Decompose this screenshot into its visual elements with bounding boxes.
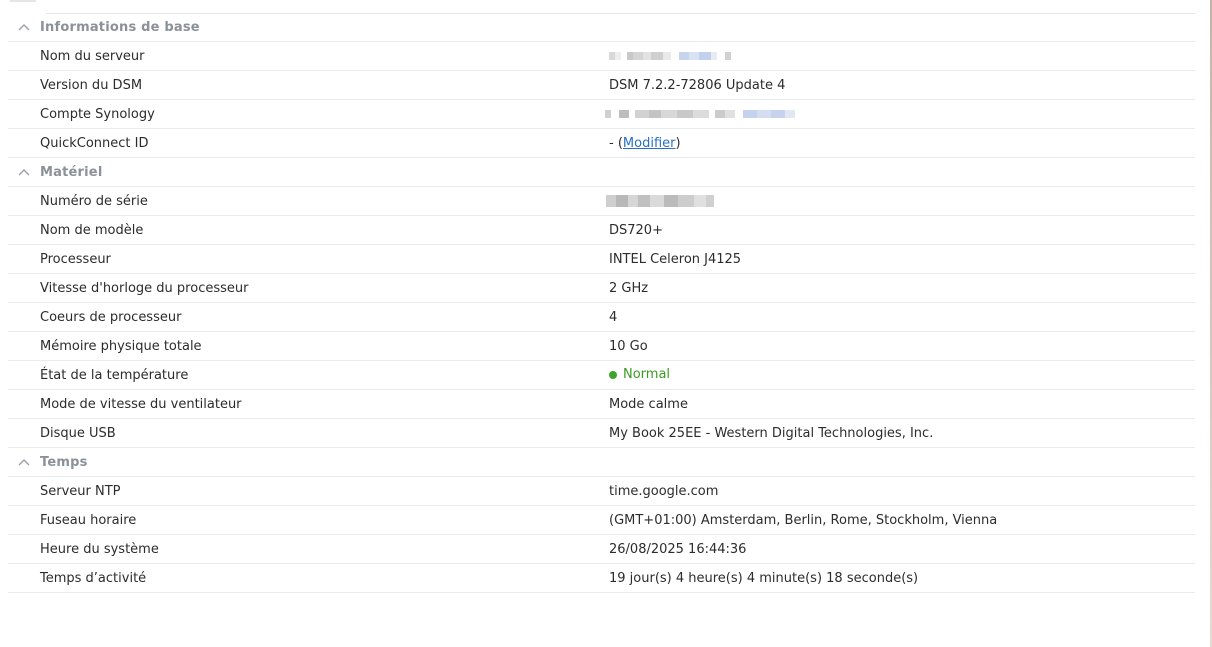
section-header-informations-de-base[interactable]: Informations de base [8,13,1195,42]
section-title: Matériel [40,164,103,180]
quickconnect-prefix: - ( [609,135,623,151]
info-row: Serveur NTP time.google.com [8,477,1195,506]
row-label: Temps d’activité [40,570,147,586]
info-row: État de la température Normal [8,361,1195,390]
row-value: (GMT+01:00) Amsterdam, Berlin, Rome, Sto… [609,512,998,528]
row-label: Coeurs de processeur [40,309,182,325]
chevron-up-icon[interactable] [8,23,40,31]
system-info-panel: Informations de base Nom du serveur Vers… [0,0,1212,647]
info-row: Vitesse d'horloge du processeur 2 GHz [8,274,1195,303]
chevron-up-icon[interactable] [8,168,40,176]
row-value: DS720+ [609,222,663,238]
modify-quickconnect-link[interactable]: Modifier [623,136,676,151]
top-strip [0,0,1212,14]
row-value: - (Modifier) [577,136,1195,151]
section-title: Informations de base [40,19,200,35]
redacted-account [605,107,795,121]
info-row: Coeurs de processeur 4 [8,303,1195,332]
section-title: Temps [40,454,88,470]
status-text: Normal [623,367,671,383]
info-row: Disque USB My Book 25EE - Western Digita… [8,419,1195,448]
row-value: DSM 7.2.2-72806 Update 4 [609,77,786,93]
info-row: Processeur INTEL Celeron J4125 [8,245,1195,274]
row-value: 10 Go [609,338,648,354]
row-value: Mode calme [609,396,688,412]
tab-edge [10,0,36,2]
row-label: Heure du système [40,541,159,557]
row-label: État de la température [40,367,189,383]
row-value-redacted [577,49,1195,64]
info-row: Nom du serveur [8,42,1195,71]
row-label: Compte Synology [40,106,155,122]
row-value: My Book 25EE - Western Digital Technolog… [609,425,934,441]
info-row: Mode de vitesse du ventilateur Mode calm… [8,390,1195,419]
row-label: Mémoire physique totale [40,338,202,354]
chevron-up-icon[interactable] [8,458,40,466]
info-row: Mémoire physique totale 10 Go [8,332,1195,361]
row-value: 26/08/2025 16:44:36 [609,541,747,557]
info-table: Informations de base Nom du serveur Vers… [8,13,1195,593]
row-label: Mode de vitesse du ventilateur [40,396,242,412]
row-label: Processeur [40,251,111,267]
row-label: Serveur NTP [40,483,121,499]
info-row: Fuseau horaire (GMT+01:00) Amsterdam, Be… [8,506,1195,535]
info-row: Heure du système 26/08/2025 16:44:36 [8,535,1195,564]
row-value: time.google.com [609,483,719,499]
row-label: Version du DSM [40,77,143,93]
row-value-redacted [577,194,1195,209]
row-value: 2 GHz [609,280,649,296]
row-value: INTEL Celeron J4125 [609,251,742,267]
info-row: Version du DSM DSM 7.2.2-72806 Update 4 [8,71,1195,100]
row-value: 19 jour(s) 4 heure(s) 4 minute(s) 18 sec… [609,570,919,586]
row-label: Fuseau horaire [40,512,137,528]
row-label: Nom du serveur [40,48,145,64]
status-dot-icon [609,370,617,379]
row-label: QuickConnect ID [40,135,149,151]
row-label: Vitesse d'horloge du processeur [40,280,249,296]
redacted-server-name [609,49,731,63]
row-value: Normal [577,367,1195,383]
section-header-temps[interactable]: Temps [8,448,1195,477]
row-value: 4 [609,309,618,325]
row-value-redacted [577,107,1195,122]
redacted-serial [606,194,714,208]
info-row: Numéro de série [8,187,1195,216]
row-label: Disque USB [40,425,116,441]
info-row: Compte Synology [8,100,1195,129]
temperature-status: Normal [609,367,670,382]
info-row: QuickConnect ID - (Modifier) [8,129,1195,158]
top-divider [46,0,1195,14]
row-label: Nom de modèle [40,222,144,238]
quickconnect-suffix: ) [675,135,681,151]
row-label: Numéro de série [40,193,148,209]
section-header-materiel[interactable]: Matériel [8,158,1195,187]
info-row: Nom de modèle DS720+ [8,216,1195,245]
info-row: Temps d’activité 19 jour(s) 4 heure(s) 4… [8,564,1195,593]
